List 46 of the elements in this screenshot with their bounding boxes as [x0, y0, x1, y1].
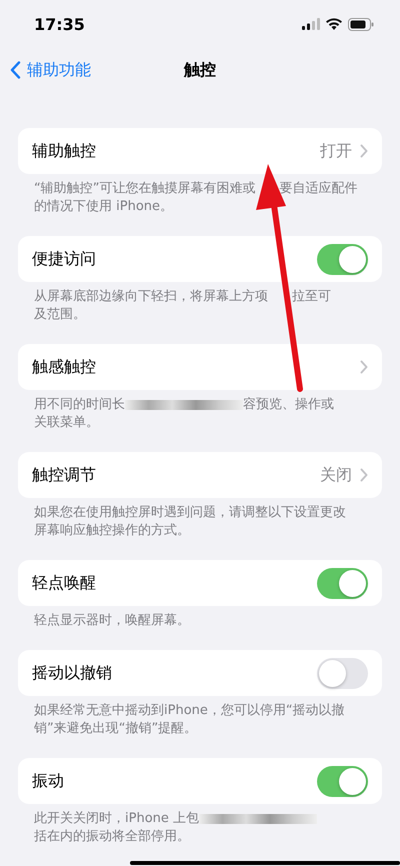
toggle-switch[interactable] — [317, 568, 368, 598]
toggle-switch[interactable] — [317, 766, 368, 796]
back-button[interactable]: 辅助功能 — [10, 60, 91, 80]
row-description: 从屏幕底部边缘向下轻扫，将屏幕上方项 — [34, 288, 268, 306]
toggle-switch[interactable] — [317, 244, 368, 274]
row-label: 便捷访问 — [32, 248, 96, 270]
row-description: 要自适应配件 — [279, 180, 358, 198]
row-description: 轻点显示器时，唤醒屏幕。 — [34, 612, 190, 630]
settings-row[interactable]: 轻点唤醒 — [18, 560, 382, 606]
status-time: 17:35 — [34, 14, 85, 34]
battery-icon — [348, 18, 374, 30]
settings-row[interactable]: 摇动以撤销 — [18, 650, 382, 696]
row-description: 如果经常无意中摇动到iPhone，您可以停用“摇动以撤 — [34, 702, 345, 720]
page-title: 触控 — [184, 60, 216, 80]
row-value: 关闭 — [320, 464, 352, 486]
row-description: 及范围。 — [34, 306, 86, 324]
row-description: 销”来避免出现“撤销”提醒。 — [34, 720, 198, 738]
chevron-left-icon — [10, 61, 21, 79]
row-label: 触控调节 — [32, 464, 96, 486]
settings-row[interactable]: 触感触控 — [18, 344, 382, 390]
row-description: 容预览、操作或 — [243, 396, 334, 414]
wifi-icon — [326, 18, 342, 30]
settings-row[interactable]: 便捷访问 — [18, 236, 382, 282]
row-label: 触感触控 — [32, 356, 96, 378]
row-label: 振动 — [32, 770, 64, 792]
signal-icon — [302, 18, 320, 30]
settings-row[interactable]: 辅助触控 打开 — [18, 128, 382, 174]
row-description: 拉至可 — [292, 288, 331, 306]
row-label: 轻点唤醒 — [32, 572, 96, 594]
row-label: 摇动以撤销 — [32, 662, 112, 684]
chevron-right-icon — [360, 144, 368, 158]
row-description: 用不同的时间长 — [34, 396, 125, 414]
row-description: 关联菜单。 — [34, 414, 99, 432]
row-description: 此开关关闭时，iPhone 上包 — [34, 810, 200, 828]
chevron-right-icon — [360, 360, 368, 374]
row-description: 括在内的振动将全部停用。 — [34, 828, 190, 846]
settings-row[interactable]: 振动 — [18, 758, 382, 804]
chevron-right-icon — [360, 468, 368, 482]
row-description: “辅助触控”可让您在触摸屏幕有困难或 — [34, 180, 256, 198]
row-value: 打开 — [320, 140, 352, 162]
toggle-switch[interactable] — [317, 658, 368, 688]
row-description: 的情况下使用 iPhone。 — [34, 198, 174, 216]
settings-row[interactable]: 触控调节 关闭 — [18, 452, 382, 498]
row-label: 辅助触控 — [32, 140, 96, 162]
row-description: 如果您在使用触控屏时遇到问题，请调整以下设置更改 — [34, 504, 346, 522]
row-description: 屏幕响应触控操作的方式。 — [34, 522, 190, 540]
